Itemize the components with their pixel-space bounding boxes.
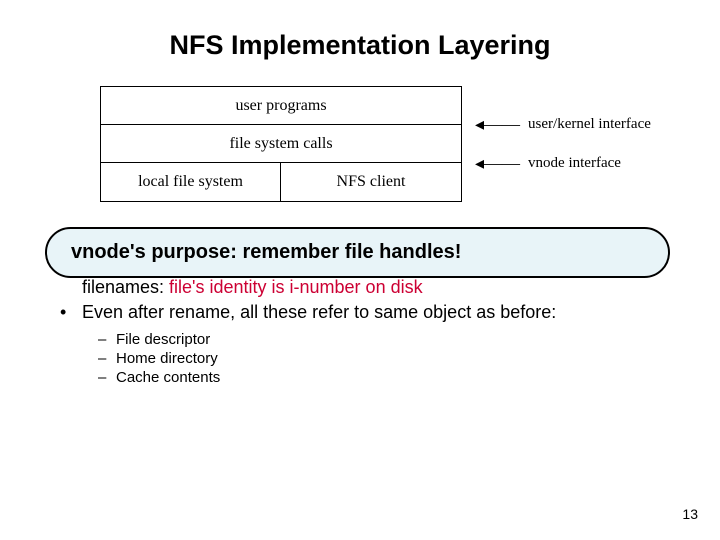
diagram-cell-local-fs: local file system (101, 163, 281, 201)
page-number: 13 (682, 506, 698, 522)
label-text: vnode interface (528, 155, 621, 172)
arrow-left-icon: ◂—— (475, 114, 520, 135)
diagram-cell-nfs-client: NFS client (281, 163, 461, 201)
bullet-mark-icon: • (60, 302, 82, 323)
page-title: NFS Implementation Layering (60, 30, 660, 61)
list-item: – Cache contents (98, 369, 660, 386)
bullet-item: • Even after rename, all these refer to … (60, 302, 660, 323)
list-item: – Home directory (98, 350, 660, 367)
bullet-text: Even after rename, all these refer to sa… (82, 302, 556, 323)
dash-icon: – (98, 350, 116, 367)
layering-diagram: user programs file system calls local fi… (100, 86, 660, 202)
diagram-row: file system calls (101, 125, 461, 163)
diagram-row: user programs (101, 87, 461, 125)
arrow-left-icon: ◂—— (475, 153, 520, 174)
dash-icon: – (98, 331, 116, 348)
overlapped-plain: filenames: (82, 277, 169, 297)
sub-item-text: File descriptor (116, 331, 210, 348)
sub-list: – File descriptor – Home directory – Cac… (98, 331, 660, 386)
callout-box: vnode's purpose: remember file handles! (45, 227, 670, 278)
overlapped-line: filenames: file's identity is i-number o… (82, 277, 660, 298)
diagram-cell-file-system-calls: file system calls (101, 125, 461, 163)
diagram-table: user programs file system calls local fi… (100, 86, 462, 202)
dash-icon: – (98, 369, 116, 386)
sub-item-text: Home directory (116, 350, 218, 367)
callout-prefix: vnode's purpose: (71, 241, 242, 263)
sub-item-text: Cache contents (116, 369, 220, 386)
label-vnode-interface: ◂—— vnode interface (475, 153, 621, 174)
label-text: user/kernel interface (528, 116, 651, 133)
callout-emphasis: remember file handles! (242, 241, 461, 263)
diagram-cell-user-programs: user programs (101, 87, 461, 125)
overlapped-red: file's identity is i-number on disk (169, 277, 423, 297)
list-item: – File descriptor (98, 331, 660, 348)
label-user-kernel-interface: ◂—— user/kernel interface (475, 114, 651, 135)
diagram-row: local file system NFS client (101, 163, 461, 201)
